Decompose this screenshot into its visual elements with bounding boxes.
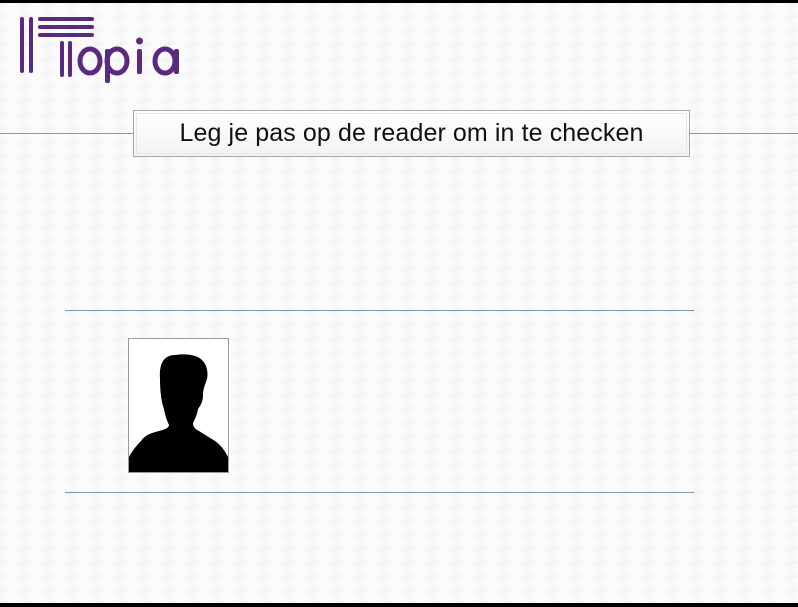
person-silhouette-icon [129,354,228,472]
member-section-bottom-divider [65,492,694,493]
member-photo [128,338,229,473]
member-section-top-divider [65,310,694,311]
checkin-instruction: Leg je pas op de reader om in te checken [133,110,690,157]
kiosk-screen: Leg je pas op de reader om in te checken [0,3,798,603]
topia-logo [20,17,179,83]
